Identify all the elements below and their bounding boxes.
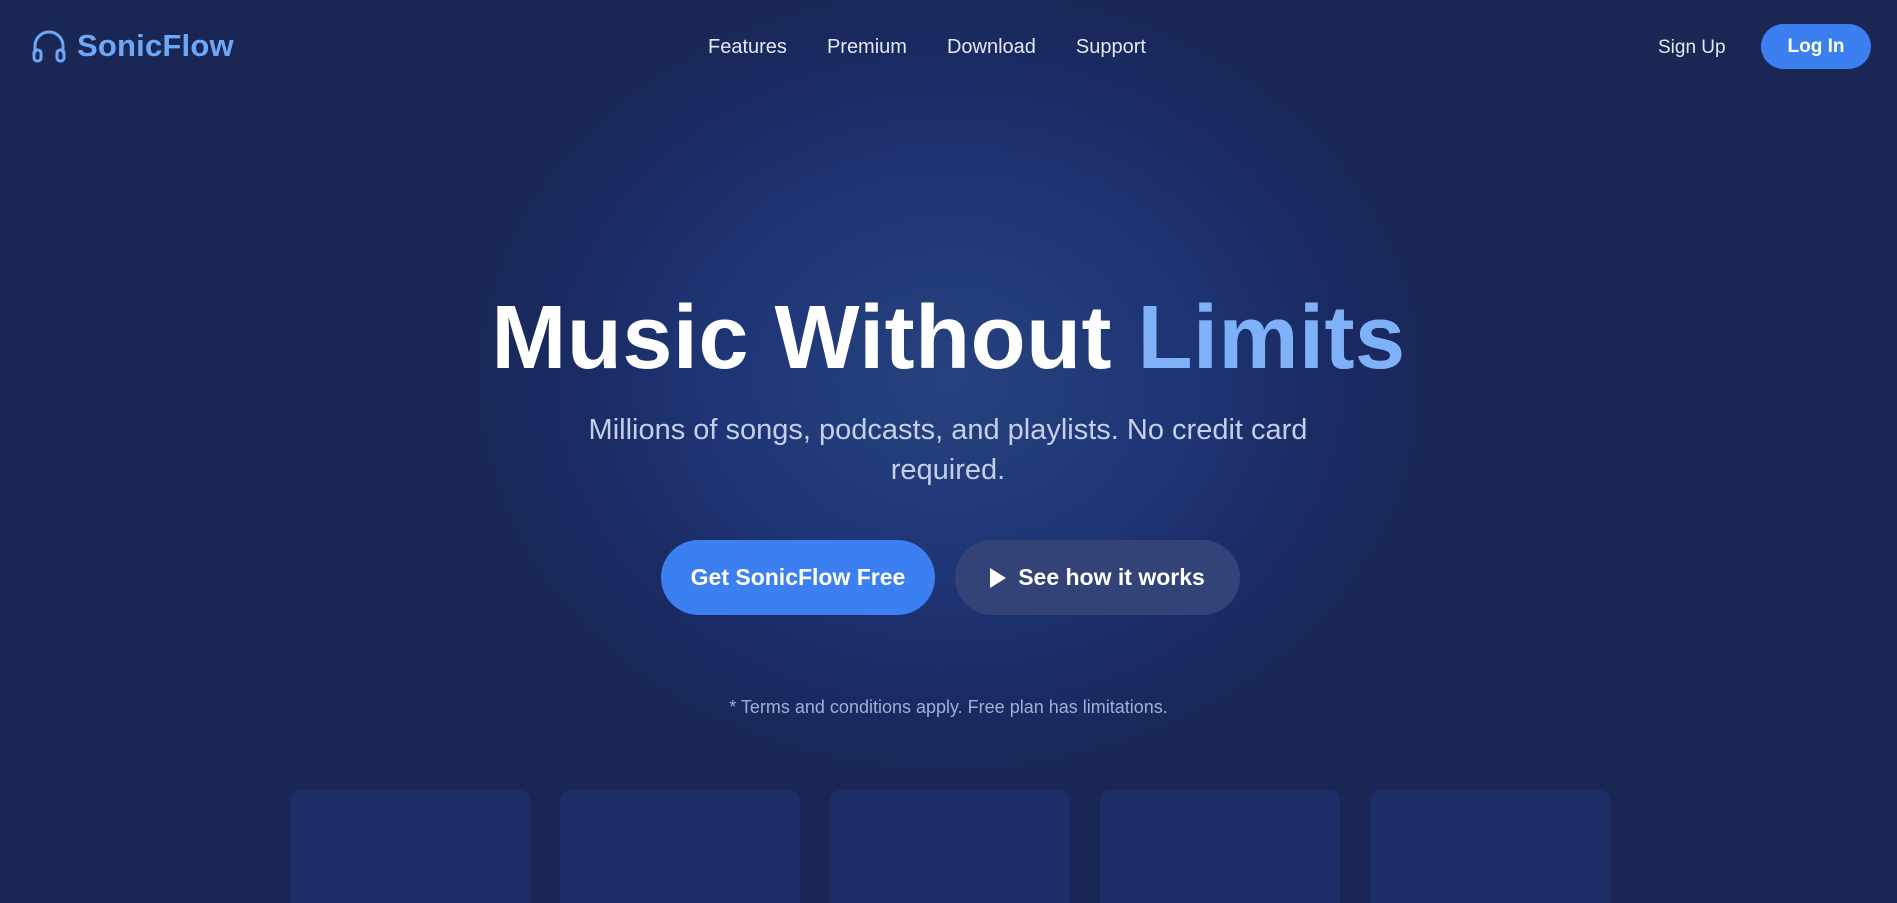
hero-title-accent: Limits bbox=[1137, 288, 1406, 388]
nav-link-features[interactable]: Features bbox=[708, 36, 787, 59]
feature-card[interactable] bbox=[1100, 790, 1340, 903]
nav-links: Features Premium Download Support bbox=[708, 36, 1146, 59]
brand-logo[interactable]: SonicFlow bbox=[31, 28, 234, 64]
get-free-button[interactable]: Get SonicFlow Free bbox=[661, 540, 935, 615]
feature-card[interactable] bbox=[290, 790, 530, 903]
top-navbar: SonicFlow Features Premium Download Supp… bbox=[0, 0, 1897, 96]
see-how-it-works-button[interactable]: See how it works bbox=[955, 540, 1240, 615]
hero-title: Music Without Limits bbox=[0, 288, 1897, 388]
log-in-button[interactable]: Log In bbox=[1761, 24, 1871, 69]
feature-card[interactable] bbox=[830, 790, 1070, 903]
feature-cards bbox=[290, 790, 1610, 903]
nav-link-support[interactable]: Support bbox=[1076, 36, 1146, 59]
brand-name: SonicFlow bbox=[77, 28, 234, 63]
nav-link-download[interactable]: Download bbox=[947, 36, 1036, 59]
see-how-it-works-label: See how it works bbox=[1018, 564, 1205, 590]
hero-subtitle: Millions of songs, podcasts, and playlis… bbox=[588, 414, 1308, 486]
headphones-icon bbox=[31, 28, 67, 64]
nav-link-premium[interactable]: Premium bbox=[827, 36, 907, 59]
hero-title-main: Music Without bbox=[491, 288, 1138, 388]
terms-note: * Terms and conditions apply. Free plan … bbox=[729, 697, 1168, 717]
sign-up-link[interactable]: Sign Up bbox=[1658, 37, 1726, 59]
feature-card[interactable] bbox=[1370, 790, 1610, 903]
play-icon bbox=[990, 567, 1007, 588]
feature-card[interactable] bbox=[560, 790, 800, 903]
